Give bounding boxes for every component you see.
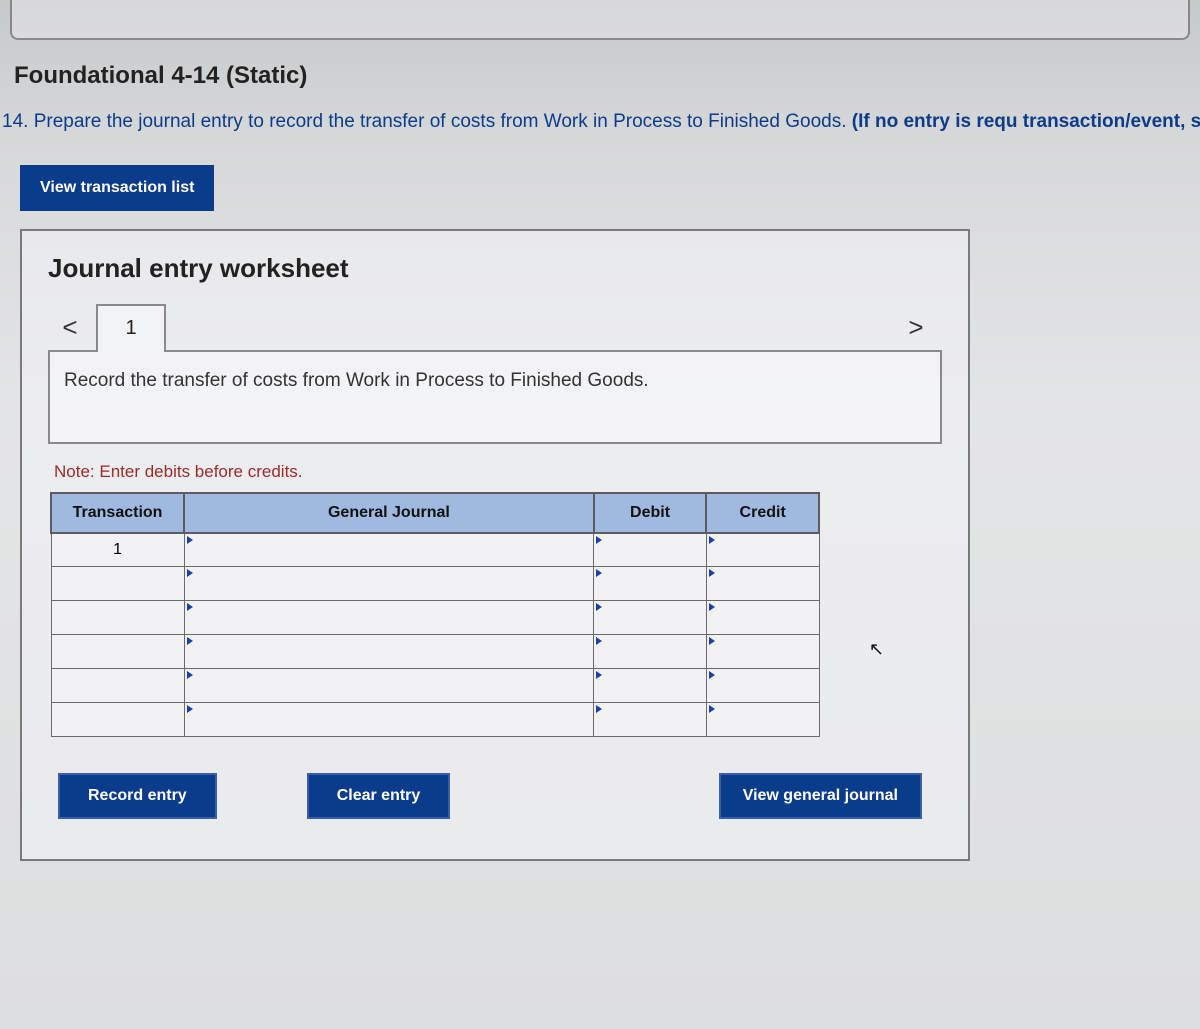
table-row	[51, 669, 819, 703]
pager-prev-icon[interactable]: <	[48, 304, 92, 352]
pager-next-icon[interactable]: >	[894, 304, 938, 352]
col-header-credit: Credit	[706, 493, 819, 533]
record-entry-button[interactable]: Record entry	[58, 773, 217, 819]
pager-tab-1[interactable]: 1	[96, 304, 166, 352]
clear-entry-button[interactable]: Clear entry	[307, 773, 451, 819]
entry-description: Record the transfer of costs from Work i…	[48, 350, 942, 444]
cell-debit[interactable]	[594, 635, 707, 669]
view-transaction-list-button[interactable]: View transaction list	[20, 165, 214, 211]
cell-general-journal[interactable]	[184, 601, 594, 635]
cell-general-journal[interactable]	[184, 567, 594, 601]
cell-debit[interactable]	[594, 703, 707, 737]
cell-credit[interactable]	[706, 635, 819, 669]
instruction-bold: (If no entry is requ transaction/event, …	[852, 111, 1200, 132]
cell-general-journal[interactable]	[184, 669, 594, 703]
col-header-debit: Debit	[594, 493, 707, 533]
cell-transaction: 1	[51, 533, 184, 567]
cell-credit[interactable]	[706, 601, 819, 635]
debits-before-credits-note: Note: Enter debits before credits.	[54, 462, 942, 482]
table-row	[51, 601, 819, 635]
cell-transaction	[51, 635, 184, 669]
table-row: 1	[51, 533, 819, 567]
cell-debit[interactable]	[594, 601, 707, 635]
col-header-general-journal: General Journal	[184, 493, 594, 533]
worksheet-pager: < 1 >	[48, 304, 942, 352]
view-general-journal-button[interactable]: View general journal	[719, 773, 922, 819]
cell-credit[interactable]	[706, 703, 819, 737]
cell-credit[interactable]	[706, 567, 819, 601]
cell-transaction	[51, 567, 184, 601]
worksheet-bottom-buttons: Record entry Clear entry View general jo…	[58, 773, 942, 819]
cell-debit[interactable]	[594, 533, 707, 567]
journal-worksheet-panel: Journal entry worksheet < 1 > Record the…	[20, 229, 970, 862]
instruction-plain: 14. Prepare the journal entry to record …	[2, 111, 852, 132]
cell-credit[interactable]	[706, 669, 819, 703]
cell-general-journal[interactable]	[184, 703, 594, 737]
cell-general-journal[interactable]	[184, 635, 594, 669]
cell-transaction	[51, 601, 184, 635]
top-empty-panel	[10, 0, 1190, 40]
col-header-transaction: Transaction	[51, 493, 184, 533]
cell-debit[interactable]	[594, 669, 707, 703]
worksheet-heading: Journal entry worksheet	[48, 253, 942, 284]
cell-general-journal[interactable]	[184, 533, 594, 567]
journal-table: Transaction General Journal Debit Credit…	[50, 492, 820, 738]
table-row	[51, 703, 819, 737]
cursor-icon: ↖	[869, 639, 884, 660]
page-title: Foundational 4-14 (Static)	[14, 62, 1200, 90]
cell-debit[interactable]	[594, 567, 707, 601]
cell-credit[interactable]	[706, 533, 819, 567]
table-row	[51, 567, 819, 601]
table-row	[51, 635, 819, 669]
instruction-text: 14. Prepare the journal entry to record …	[2, 108, 1200, 137]
cell-transaction	[51, 669, 184, 703]
cell-transaction	[51, 703, 184, 737]
